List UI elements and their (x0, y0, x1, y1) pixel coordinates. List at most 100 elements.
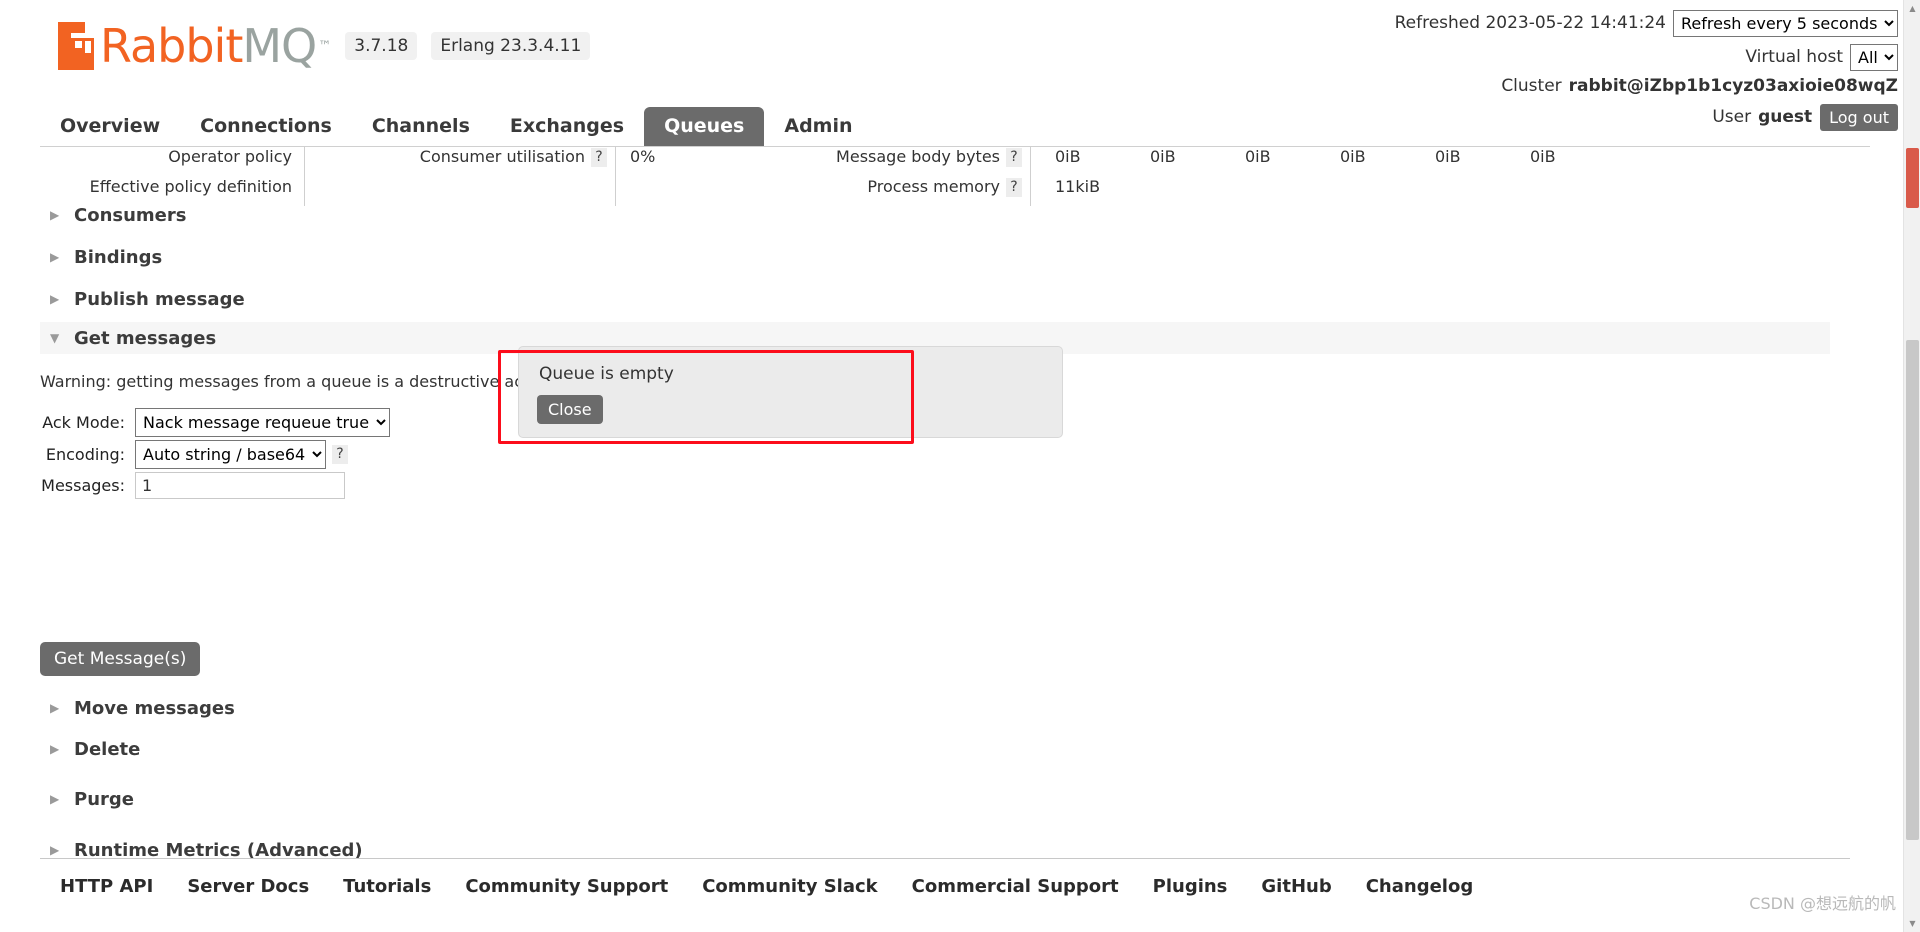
footer-link-plugins[interactable]: Plugins (1153, 876, 1228, 897)
section-publish-message[interactable]: ▶ Publish message (40, 284, 1830, 314)
help-icon[interactable]: ? (332, 445, 348, 464)
cluster-line: Cluster rabbit@iZbp1b1cyz03axioie08wqZ (1395, 78, 1898, 95)
messages-count-input[interactable] (135, 472, 345, 499)
chevron-right-icon: ▶ (50, 742, 60, 756)
body-bytes-value: 0iB (1530, 147, 1556, 166)
section-purge[interactable]: ▶ Purge (40, 784, 1830, 814)
footer-link-community-support[interactable]: Community Support (465, 876, 668, 897)
consumer-utilisation-value: 0% (615, 146, 720, 176)
help-icon[interactable]: ? (1006, 177, 1022, 197)
scroll-down-arrow-icon[interactable]: ▼ (1904, 915, 1920, 932)
ack-mode-row: Ack Mode: Nack message requeue true (40, 408, 390, 437)
body-bytes-value: 0iB (1340, 147, 1366, 166)
popup-close-button[interactable]: Close (537, 395, 603, 424)
logout-button[interactable]: Log out (1820, 104, 1898, 131)
ack-mode-select[interactable]: Nack message requeue true (135, 408, 390, 437)
user-name: guest (1758, 107, 1813, 127)
scrollbar-thumb[interactable] (1906, 340, 1919, 840)
get-messages-button[interactable]: Get Message(s) (40, 642, 201, 676)
tab-overview[interactable]: Overview (40, 107, 180, 146)
tab-queues[interactable]: Queues (644, 107, 765, 146)
tab-channels[interactable]: Channels (352, 107, 490, 146)
footer-link-changelog[interactable]: Changelog (1366, 876, 1474, 897)
warning-text: Warning: getting messages from a queue i… (40, 372, 559, 391)
footer-link-server-docs[interactable]: Server Docs (187, 876, 309, 897)
chevron-right-icon: ▶ (50, 792, 60, 806)
messages-label: Messages: (41, 476, 125, 495)
messages-count-row: Messages: (40, 472, 345, 499)
refresh-line: Refreshed 2023-05-22 14:41:24 Refresh ev… (1395, 10, 1898, 37)
trademark-symbol: ™ (318, 38, 332, 54)
body-bytes-value: 0iB (1245, 147, 1271, 166)
chevron-right-icon: ▶ (50, 701, 60, 715)
tab-connections[interactable]: Connections (180, 107, 352, 146)
vhost-line: Virtual host All (1395, 44, 1898, 71)
section-delete[interactable]: ▶ Delete (40, 734, 1830, 764)
message-body-bytes-values: 0iB 0iB 0iB 0iB 0iB 0iB (1030, 146, 1613, 176)
operator-policy-label: Operator policy (40, 146, 305, 176)
destructive-action-warning: Warning: getting messages from a queue i… (40, 372, 581, 391)
encoding-row: Encoding: Auto string / base64 ? (40, 440, 348, 469)
consumer-utilisation-text: Consumer utilisation (419, 147, 585, 166)
brand-name-mq: MQ (242, 19, 317, 73)
chevron-right-icon: ▶ (50, 208, 60, 222)
section-runtime-metrics[interactable]: ▶ Runtime Metrics (Advanced) (40, 835, 1830, 865)
help-icon[interactable]: ? (591, 147, 607, 167)
page-scrollbar[interactable]: ▲ ▼ (1903, 0, 1920, 932)
refresh-interval-select[interactable]: Refresh every 5 seconds (1673, 10, 1898, 37)
refreshed-timestamp: Refreshed 2023-05-22 14:41:24 (1394, 13, 1666, 33)
footer-links: HTTP API Server Docs Tutorials Community… (60, 876, 1507, 897)
section-label: Purge (74, 788, 134, 810)
version-badge: 3.7.18 (345, 32, 418, 60)
rabbitmq-management-page: Rabbit MQ ™ 3.7.18 Erlang 23.3.4.11 Refres… (0, 0, 1920, 932)
header-status-area: Refreshed 2023-05-22 14:41:24 Refresh ev… (1395, 10, 1898, 138)
footer-link-http-api[interactable]: HTTP API (60, 876, 153, 897)
footer-link-community-slack[interactable]: Community Slack (702, 876, 877, 897)
scroll-up-arrow-icon[interactable]: ▲ (1904, 0, 1920, 17)
watermark-text: CSDN @想远航的帆 (1749, 894, 1896, 913)
section-label: Move messages (74, 697, 235, 719)
stats-row: Operator policy Consumer utilisation ? 0… (40, 146, 1830, 176)
page-header: Rabbit MQ ™ 3.7.18 Erlang 23.3.4.11 Refres… (0, 0, 1920, 147)
footer-divider (40, 858, 1850, 859)
help-icon[interactable]: ? (1006, 147, 1022, 167)
chevron-right-icon: ▶ (50, 250, 60, 264)
section-bindings[interactable]: ▶ Bindings (40, 242, 1830, 272)
queue-stats-table: Operator policy Consumer utilisation ? 0… (40, 146, 1830, 206)
brand-logo[interactable]: Rabbit MQ ™ 3.7.18 Erlang 23.3.4.11 (58, 19, 591, 73)
section-consumers[interactable]: ▶ Consumers (40, 200, 1830, 230)
rabbitmq-logo-icon (58, 22, 94, 70)
footer-link-github[interactable]: GitHub (1261, 876, 1331, 897)
tab-admin[interactable]: Admin (764, 107, 872, 146)
encoding-select[interactable]: Auto string / base64 (135, 440, 326, 469)
user-label: User (1712, 107, 1752, 127)
queue-detail-content: Operator policy Consumer utilisation ? 0… (0, 146, 1920, 861)
process-memory-label: Process memory ? (720, 176, 1030, 198)
footer-link-tutorials[interactable]: Tutorials (343, 876, 431, 897)
section-label: Get messages (74, 327, 217, 349)
tab-exchanges[interactable]: Exchanges (490, 107, 644, 146)
process-memory-text: Process memory (867, 177, 1000, 196)
cluster-label: Cluster (1501, 76, 1562, 96)
footer-link-commercial-support[interactable]: Commercial Support (912, 876, 1119, 897)
cluster-name: rabbit@iZbp1b1cyz03axioie08wqZ (1568, 76, 1898, 96)
section-label: Delete (74, 738, 141, 760)
body-bytes-value: 0iB (1150, 147, 1176, 166)
vhost-select[interactable]: All (1850, 44, 1898, 71)
erlang-version-badge: Erlang 23.3.4.11 (431, 32, 591, 60)
queue-empty-popup: Queue is empty Close (518, 346, 1063, 438)
vhost-label: Virtual host (1745, 47, 1843, 67)
consumer-utilisation-label: Consumer utilisation ? (365, 146, 615, 168)
chevron-right-icon: ▶ (50, 843, 60, 857)
body-bytes-value: 0iB (1055, 147, 1081, 166)
chevron-down-icon: ▼ (50, 331, 60, 345)
message-body-bytes-text: Message body bytes (836, 147, 1000, 166)
section-label: Bindings (74, 246, 163, 268)
main-navigation-tabs: Overview Connections Channels Exchanges … (40, 107, 873, 146)
message-body-bytes-label: Message body bytes ? (720, 146, 1030, 168)
popup-message: Queue is empty (539, 364, 674, 384)
brand-name-rabbit: Rabbit (100, 19, 243, 73)
section-label: Consumers (74, 204, 187, 226)
section-move-messages[interactable]: ▶ Move messages (40, 693, 1830, 723)
user-line: User guest Log out (1395, 104, 1898, 131)
